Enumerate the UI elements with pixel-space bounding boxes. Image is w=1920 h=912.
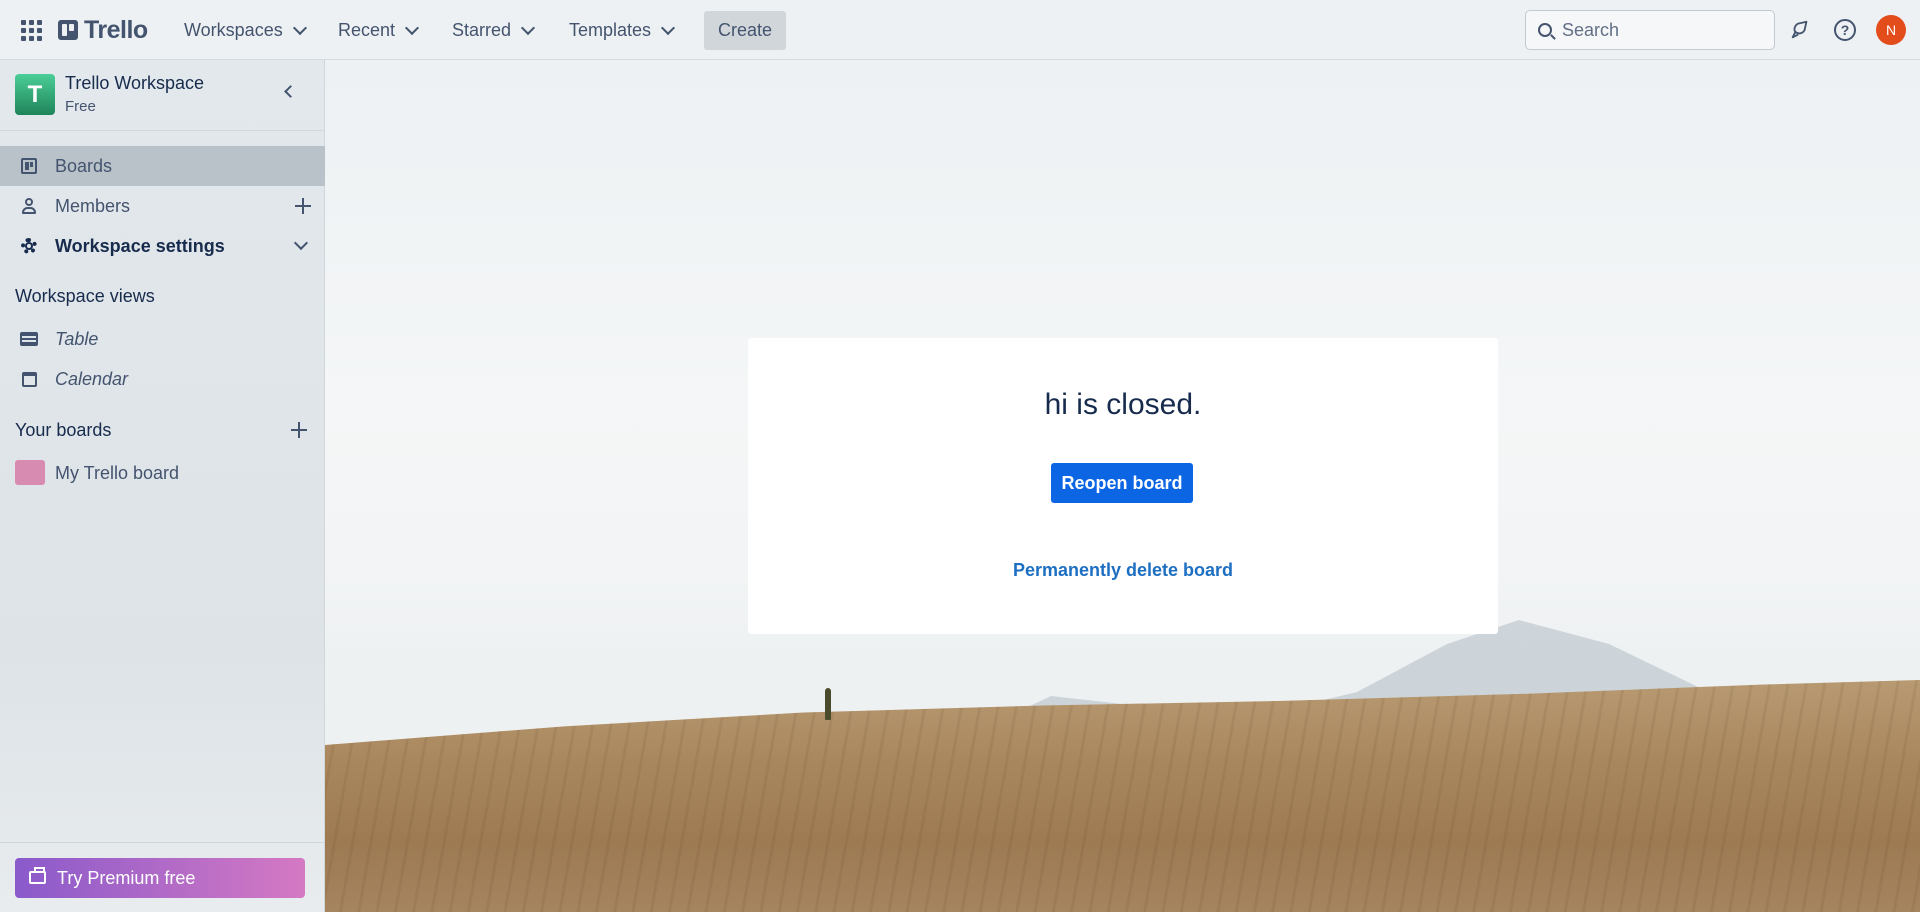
sidebar-item-workspace-settings[interactable]: Workspace settings — [0, 226, 325, 266]
nav-templates[interactable]: Templates — [561, 12, 681, 48]
board-icon — [20, 157, 38, 175]
permanently-delete-board-link: Permanently delete board — [748, 560, 1498, 581]
sidebar-item-calendar[interactable]: Calendar — [0, 359, 325, 399]
delete-link-text[interactable]: Permanently delete board — [1013, 560, 1233, 580]
background-tree — [825, 688, 831, 720]
chevron-down-icon — [404, 20, 420, 35]
sidebar-item-boards[interactable]: Boards — [0, 146, 325, 186]
create-button[interactable]: Create — [704, 11, 786, 50]
sidebar-board-my-trello-board[interactable]: My Trello board — [0, 453, 325, 493]
nav-templates-label: Templates — [569, 19, 652, 40]
workspace-plan: Free — [65, 98, 96, 115]
calendar-icon — [20, 370, 38, 388]
nav-starred[interactable]: Starred — [444, 12, 541, 48]
nav-recent[interactable]: Recent — [330, 12, 425, 48]
trello-logo-icon — [58, 20, 78, 40]
chevron-down-icon — [293, 235, 309, 251]
workspace-name: Trello Workspace — [65, 73, 205, 93]
table-icon — [20, 330, 38, 348]
help-icon[interactable]: ? — [1831, 16, 1859, 44]
search-icon — [1538, 23, 1552, 37]
sidebar-board-label: My Trello board — [55, 462, 180, 483]
chevron-down-icon — [660, 20, 676, 35]
sidebar-item-label: Calendar — [55, 368, 129, 389]
notifications-icon[interactable] — [1786, 16, 1814, 44]
briefcase-icon — [29, 867, 46, 884]
app-switcher-icon[interactable] — [18, 16, 44, 44]
closed-board-panel: hi is closed. Reopen board Permanently d… — [748, 338, 1498, 634]
nav-recent-label: Recent — [338, 19, 396, 40]
trello-logo[interactable]: Trello — [58, 16, 148, 44]
workspace-tile: T — [15, 74, 55, 115]
add-board-icon[interactable] — [291, 422, 307, 438]
search-input[interactable] — [1562, 19, 1742, 41]
divider — [0, 842, 325, 843]
background-field — [325, 680, 1920, 912]
sidebar-item-label: Workspace settings — [55, 235, 225, 256]
sidebar-item-label: Members — [55, 195, 131, 216]
gear-icon — [20, 237, 38, 255]
avatar[interactable]: N — [1876, 15, 1906, 45]
collapse-sidebar-icon[interactable] — [282, 84, 296, 98]
nav-starred-label: Starred — [452, 19, 512, 40]
sidebar-item-label: Boards — [55, 155, 113, 176]
your-boards-heading: Your boards — [15, 420, 112, 440]
workspace-views-heading: Workspace views — [15, 286, 155, 306]
search-box — [1525, 10, 1775, 50]
workspace-header: T Trello Workspace Free — [0, 60, 325, 131]
add-member-icon[interactable] — [295, 198, 311, 214]
sidebar-item-table[interactable]: Table — [0, 319, 325, 359]
nav-workspaces[interactable]: Workspaces — [176, 12, 313, 48]
board-color-swatch — [15, 460, 45, 485]
chevron-down-icon — [292, 20, 307, 35]
top-navigation-bar: Trello Workspaces Recent Starred Templat… — [0, 0, 1920, 60]
closed-board-title: hi is closed. — [1044, 388, 1202, 421]
try-premium-button[interactable]: Try Premium free — [15, 858, 305, 898]
sidebar-item-members[interactable]: Members — [0, 186, 325, 226]
try-premium-label: Try Premium free — [57, 867, 196, 888]
logo-text: Trello — [84, 15, 148, 44]
reopen-board-button[interactable]: Reopen board — [1051, 463, 1193, 503]
person-icon — [20, 197, 38, 215]
nav-workspaces-label: Workspaces — [184, 19, 283, 40]
chevron-down-icon — [520, 20, 536, 35]
sidebar: T Trello Workspace Free Boards Members W… — [0, 60, 325, 912]
sidebar-item-label: Table — [55, 328, 99, 349]
